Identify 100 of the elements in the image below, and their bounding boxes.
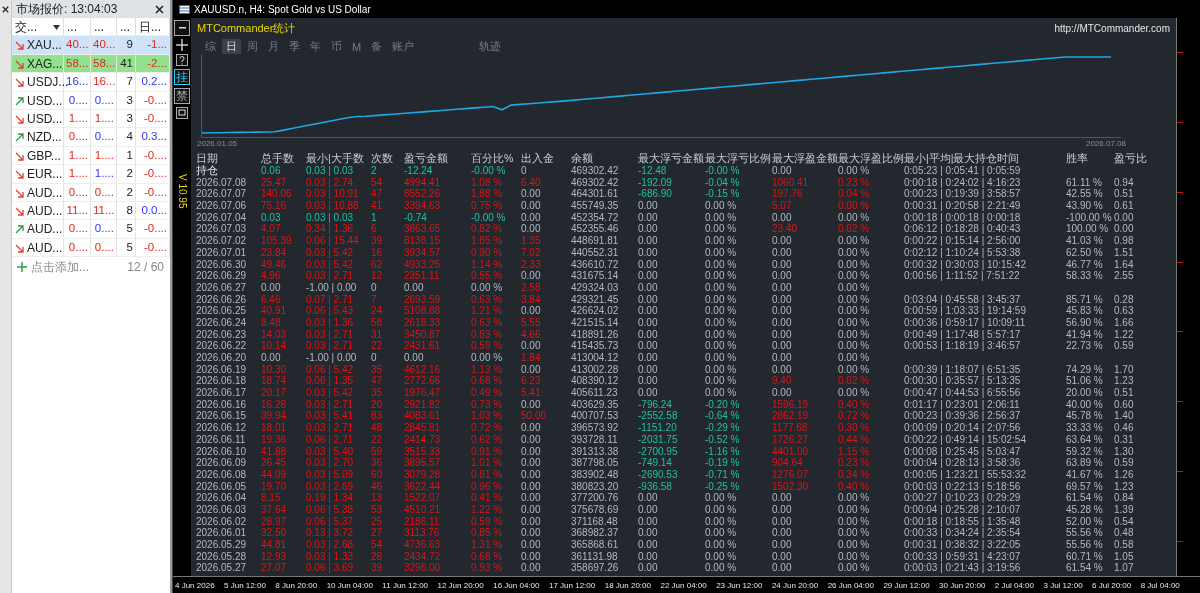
symbol: NZD... (27, 130, 62, 145)
table-cell-text: -0.20 % (705, 398, 741, 411)
period-tab[interactable]: 月 (264, 39, 283, 54)
table-cell-text: 20.17 (261, 387, 288, 399)
arrow-up-icon (15, 133, 24, 143)
table-cell-text: 0.03 | 5.09 (306, 468, 355, 481)
table-cell-text: 0.00 % (838, 515, 871, 528)
add-symbol-link[interactable]: 点击添加... (31, 258, 89, 276)
period-tab[interactable]: 周 (243, 39, 262, 54)
table-cell-text: 1.39 (1114, 503, 1135, 516)
table-cell-text: 0.03 | 0.03 (306, 211, 355, 224)
table-cell-text: 0.00 % (705, 515, 738, 528)
close-icon[interactable] (2, 6, 9, 13)
table-cell-text: 0:00:30 | 0:35:57 | 5:13:35 (904, 375, 1022, 388)
ask-price: 1.... (91, 165, 117, 184)
table-cell-text: 0.00 (521, 562, 542, 575)
table-cell-text: 140.06 (261, 188, 293, 201)
table-cell-text: 0.00 (638, 550, 659, 563)
table-cell-text: 1.15 % (838, 445, 871, 458)
table-cell-text: 75.16 (261, 200, 288, 212)
table-cell-text: -749.14 (638, 457, 673, 469)
table-cell-text: 0.00 % (705, 211, 738, 224)
table-cell-text: 20 (371, 398, 384, 411)
period-tab[interactable]: 年 (306, 39, 325, 54)
table-cell-text: 396573.92 (571, 422, 620, 434)
table-cell-text: 0.00 % (838, 211, 871, 224)
row-label: 2026.07.06 (196, 200, 248, 212)
plus-icon[interactable] (17, 262, 27, 273)
row-label: 2026.07.03 (196, 223, 248, 236)
table-cell-text: 0.75 % (471, 200, 504, 212)
table-cell-text: 1.51 (1114, 246, 1135, 259)
table-cell-text: 0.03 | 2.71 (306, 422, 355, 434)
table-cell-text: 1.88 % (471, 188, 504, 201)
symbol: GBP... (27, 148, 61, 163)
table-cell-text: 1177.68 (772, 422, 809, 434)
crosshair-icon[interactable] (176, 39, 188, 51)
table-cell-text: 0.03 | 10.88 (306, 200, 360, 212)
quote-row[interactable]: XAU... 40... 40... 9 -1... (12, 36, 170, 55)
table-cell-text: 429321.45 (571, 293, 620, 306)
close-icon[interactable] (155, 4, 164, 14)
table-cell-text: 0.59 % (471, 340, 504, 352)
table-cell-text: 0.00 (772, 340, 793, 352)
chart-icon (179, 4, 190, 14)
arrow-down-icon (15, 78, 24, 88)
period-tab[interactable]: 备 (367, 39, 387, 54)
table-cell-text: -936.58 (638, 480, 673, 493)
table-cell-text: 55.56 % (1066, 539, 1104, 551)
quote-row[interactable]: AUD... 0.... 0.... 5 -0.... (12, 220, 170, 239)
period-tab[interactable]: 账户 (388, 39, 419, 54)
table-cell-text: 4510.21 (404, 503, 442, 516)
ask-price: 40... (91, 36, 117, 55)
row-label: 2026.06.27 (196, 281, 248, 294)
table-cell-text: 39 (371, 562, 384, 575)
table-cell-text: 0.00 % (705, 246, 738, 259)
table-cell-text: 0.73 % (471, 398, 504, 411)
table-cell-text: 0:00:36 | 0:59:17 | 10:09:11 (904, 316, 1027, 329)
table-cell-text: -0.64 % (705, 410, 741, 423)
row-label: 2026.06.26 (196, 293, 248, 306)
website-link[interactable]: http://MTCommander.com (1054, 22, 1170, 34)
window-icon[interactable] (176, 107, 188, 119)
period-tab[interactable]: 综 (201, 39, 220, 54)
table-cell-text: 0:00:32 | 0:30:03 | 10:15:42 (904, 258, 1027, 271)
period-tab[interactable]: 季 (285, 39, 304, 54)
table-cell-text: 0.62 % (471, 433, 504, 446)
minimize-button[interactable] (174, 20, 190, 36)
table-cell-text: 403629.35 (571, 398, 620, 411)
help-icon[interactable] (176, 54, 188, 66)
period-tab[interactable]: 日 (222, 39, 241, 54)
arrow-down-icon (15, 59, 24, 69)
table-cell-text: 0.06 | 3.69 (306, 562, 355, 575)
table-cell-text: 23.40 (772, 223, 799, 236)
quote-row[interactable]: EUR... 1.... 1.... 2 -0.... (12, 165, 170, 184)
table-cell-text: 41 (371, 200, 384, 212)
table-cell-text: 3622.44 (404, 480, 442, 493)
spread: 4 (117, 128, 136, 147)
column-header: 最大浮亏比例 (705, 152, 772, 165)
table-cell-text: 0.00 (772, 363, 793, 376)
table-cell-text: 1276.07 (772, 468, 810, 481)
table-cell-text: -1151.20 (638, 422, 678, 434)
table-cell-text: 0.84 (1114, 492, 1135, 504)
daily-change: -0.... (136, 109, 170, 128)
table-cell-text: -12.24 (404, 165, 434, 177)
trace-button[interactable]: 轨迹 (475, 39, 506, 54)
table-cell-text: 43.90 % (1066, 200, 1104, 212)
table-cell-text: 0.00 (638, 387, 659, 399)
table-cell-text: 1.14 % (471, 258, 504, 271)
disable-button[interactable]: 禁 (174, 88, 190, 104)
quote-row[interactable]: USDJ...16... 16... 7 0.2... (12, 73, 170, 92)
quote-row[interactable]: NZD... 0.... 0.... 4 0.3... (12, 128, 170, 147)
period-tab[interactable]: 币 (327, 39, 346, 54)
row-label: 2026.07.01 (196, 246, 248, 259)
table-cell-text: 31 (371, 328, 384, 341)
table-cell-text: 0.00 (772, 316, 793, 329)
spread: 1 (117, 146, 136, 165)
daily-change: 0.3... (136, 128, 170, 147)
row-label: 2026.06.02 (196, 515, 248, 528)
time-label: 26 Jun 04:00 (827, 580, 874, 590)
table-cell-text: 0.03 | 5.41 (306, 410, 355, 423)
pending-order-button[interactable]: 挂 (174, 69, 190, 85)
period-tab[interactable]: M (348, 39, 366, 54)
